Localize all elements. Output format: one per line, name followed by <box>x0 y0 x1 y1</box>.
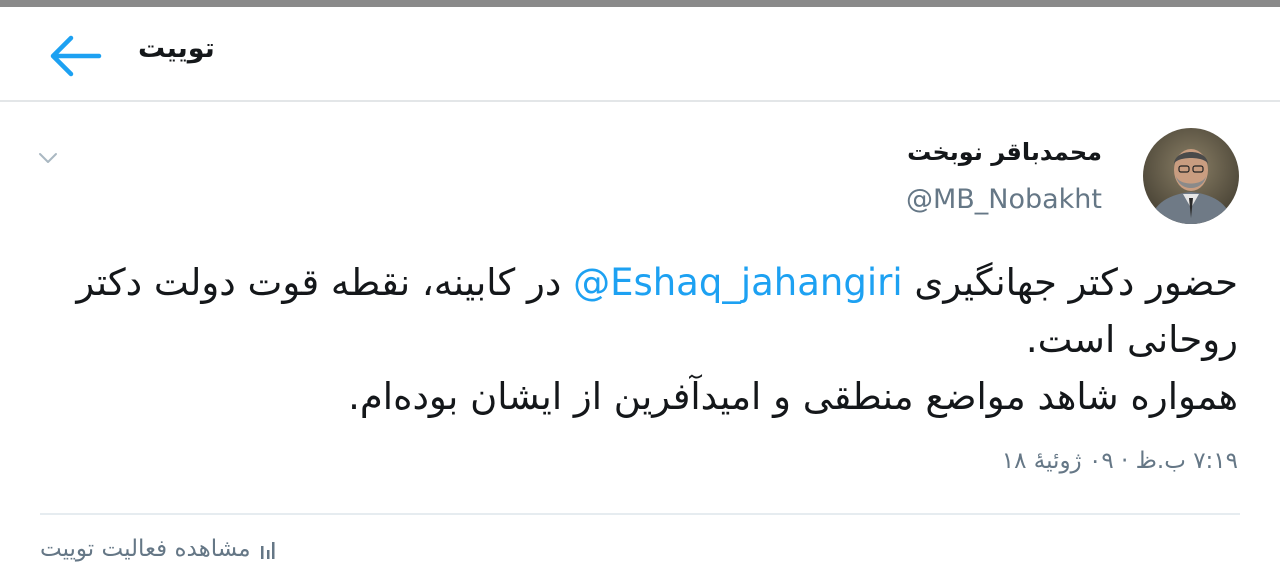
avatar[interactable] <box>1143 128 1239 224</box>
tweet-text: حضور دکتر جهانگیری @Eshaq_jahangiri در ک… <box>38 254 1238 425</box>
top-app-bar: توییت <box>0 7 1280 102</box>
activity-label: مشاهده فعالیت توییت <box>40 536 251 562</box>
tweet-text-line3: همواره شاهد مواضع منطقی و امیدآفرین از ا… <box>348 375 1238 418</box>
tweet-text-part1: حضور دکتر جهانگیری <box>902 261 1238 304</box>
status-strip <box>0 0 1280 7</box>
divider <box>40 513 1240 515</box>
tweet-menu-button[interactable] <box>34 144 62 172</box>
author-handle[interactable]: @MB_Nobakht <box>906 184 1102 215</box>
arrow-left-icon <box>50 35 102 77</box>
mention-link[interactable]: @Eshaq_jahangiri <box>573 261 903 304</box>
back-button[interactable] <box>40 25 110 87</box>
bar-chart-icon <box>260 542 275 559</box>
chevron-down-icon <box>39 153 57 163</box>
page-title: توییت <box>138 33 215 64</box>
profile-photo <box>1143 128 1239 224</box>
tweet-timestamp: ۷:۱۹ ب.ظ · ۰۹ ژوئیهٔ ۱۸ <box>1001 448 1238 474</box>
author-name[interactable]: محمدباقر نوبخت <box>907 138 1102 166</box>
tweet-detail: محمدباقر نوبخت @MB_Nobakht حضور دکتر جها… <box>0 102 1280 562</box>
